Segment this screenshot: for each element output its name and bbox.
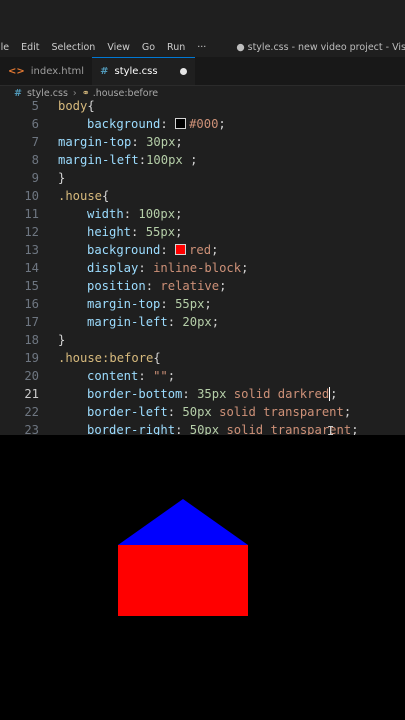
line-number: 20 <box>24 369 39 383</box>
code-text: border-bottom: 35px solid darkred; <box>87 387 338 401</box>
tab-label: index.html <box>30 65 85 77</box>
code-text: display: inline-block; <box>87 261 249 275</box>
code-text: .house:before{ <box>58 351 161 365</box>
code-line[interactable]: 13 background: red; <box>0 241 405 259</box>
line-number: 19 <box>24 351 39 365</box>
code-text: margin-left: 20px; <box>87 315 220 329</box>
code-line[interactable]: 17 margin-left: 20px; <box>0 313 405 331</box>
code-line[interactable]: 12 height: 55px; <box>0 223 405 241</box>
editor-tabs: <> index.html # style.css <box>0 57 405 86</box>
code-editor-window: ile Edit Selection View Go Run ··· ● sty… <box>0 0 405 435</box>
code-line[interactable]: 16 margin-top: 55px; <box>0 295 405 313</box>
code-text: body{ <box>58 99 95 113</box>
window-title: ● style.css - new video project - Visual… <box>236 42 405 53</box>
line-number: 12 <box>24 225 39 239</box>
code-area[interactable]: 5 body{ 6 background: #000; 7 margin-top: 30p… <box>0 97 405 435</box>
code-line[interactable]: 14 display: inline-block; <box>0 259 405 277</box>
color-swatch-icon[interactable] <box>175 118 187 129</box>
line-number: 23 <box>24 423 39 435</box>
css-file-icon: # <box>100 66 109 77</box>
html-file-icon: <> <box>8 65 25 77</box>
code-text: } <box>58 333 66 347</box>
code-text: margin-top: 30px; <box>58 135 183 149</box>
code-text: background: red; <box>87 243 219 257</box>
code-line[interactable]: 5 body{ <box>0 97 405 115</box>
tab-label: style.css <box>114 66 158 77</box>
line-number: 18 <box>24 333 39 347</box>
tab-index-html[interactable]: <> index.html <box>0 57 92 85</box>
menu-view[interactable]: View <box>107 42 130 53</box>
tab-style-css[interactable]: # style.css <box>92 57 195 85</box>
menu-go[interactable]: Go <box>142 42 155 53</box>
code-text: background: #000; <box>87 117 226 131</box>
line-number: 14 <box>24 261 39 275</box>
code-line[interactable]: 15 position: relative; <box>0 277 405 295</box>
code-line[interactable]: 9} <box>0 169 405 187</box>
house-body-box <box>118 545 248 616</box>
line-number: 16 <box>24 297 39 311</box>
code-line[interactable]: 7 margin-top: 30px; <box>0 133 405 151</box>
code-text: .house{ <box>58 189 110 203</box>
code-line[interactable]: 6 background: #000; <box>0 115 405 133</box>
code-line[interactable]: 23 border-right: 50px solid transparent; <box>0 421 405 435</box>
code-line[interactable]: 21 border-bottom: 35px solid darkred; <box>0 385 405 403</box>
line-number: 13 <box>24 243 39 257</box>
menu-selection[interactable]: Selection <box>52 42 96 53</box>
code-line[interactable]: 10 .house{ <box>0 187 405 205</box>
menu-bar: ile Edit Selection View Go Run ··· ● sty… <box>0 38 405 57</box>
line-number: 11 <box>24 207 39 221</box>
menu-more[interactable]: ··· <box>197 42 206 53</box>
line-number: 8 <box>31 153 39 167</box>
code-text: height: 55px; <box>87 225 183 239</box>
menu-run[interactable]: Run <box>167 42 185 53</box>
line-number: 22 <box>24 405 39 419</box>
code-line[interactable]: 11 width: 100px; <box>0 205 405 223</box>
code-text: width: 100px; <box>87 207 183 221</box>
line-number: 15 <box>24 279 39 293</box>
code-line[interactable]: 8 margin-left:100px ; <box>0 151 405 169</box>
menu-file[interactable]: ile <box>0 42 9 53</box>
house-roof-triangle <box>118 499 248 545</box>
line-number: 7 <box>31 135 39 149</box>
menu-edit[interactable]: Edit <box>21 42 39 53</box>
line-number: 9 <box>31 171 39 185</box>
code-text: margin-top: 55px; <box>87 297 212 311</box>
code-line[interactable]: 20 content: ""; <box>0 367 405 385</box>
line-number: 10 <box>24 189 39 203</box>
code-text: position: relative; <box>87 279 227 293</box>
unsaved-changes-dot-icon[interactable] <box>179 68 187 75</box>
code-line[interactable]: 22 border-left: 50px solid transparent; <box>0 403 405 421</box>
code-line[interactable]: 18} <box>0 331 405 349</box>
code-text: border-left: 50px solid transparent; <box>87 405 352 419</box>
browser-preview <box>0 435 405 720</box>
code-text: content: ""; <box>87 369 176 383</box>
color-swatch-icon[interactable] <box>175 244 187 255</box>
code-line[interactable]: 19 .house:before{ <box>0 349 405 367</box>
code-text: } <box>58 171 66 185</box>
code-text: margin-left:100px ; <box>58 153 198 167</box>
line-number: 17 <box>24 315 39 329</box>
line-number: 5 <box>31 99 39 113</box>
line-number: 21 <box>24 387 39 401</box>
code-text: border-right: 50px solid transparent; <box>87 423 359 435</box>
text-cursor-ibeam-icon: I <box>327 424 335 435</box>
line-number: 6 <box>31 117 39 131</box>
